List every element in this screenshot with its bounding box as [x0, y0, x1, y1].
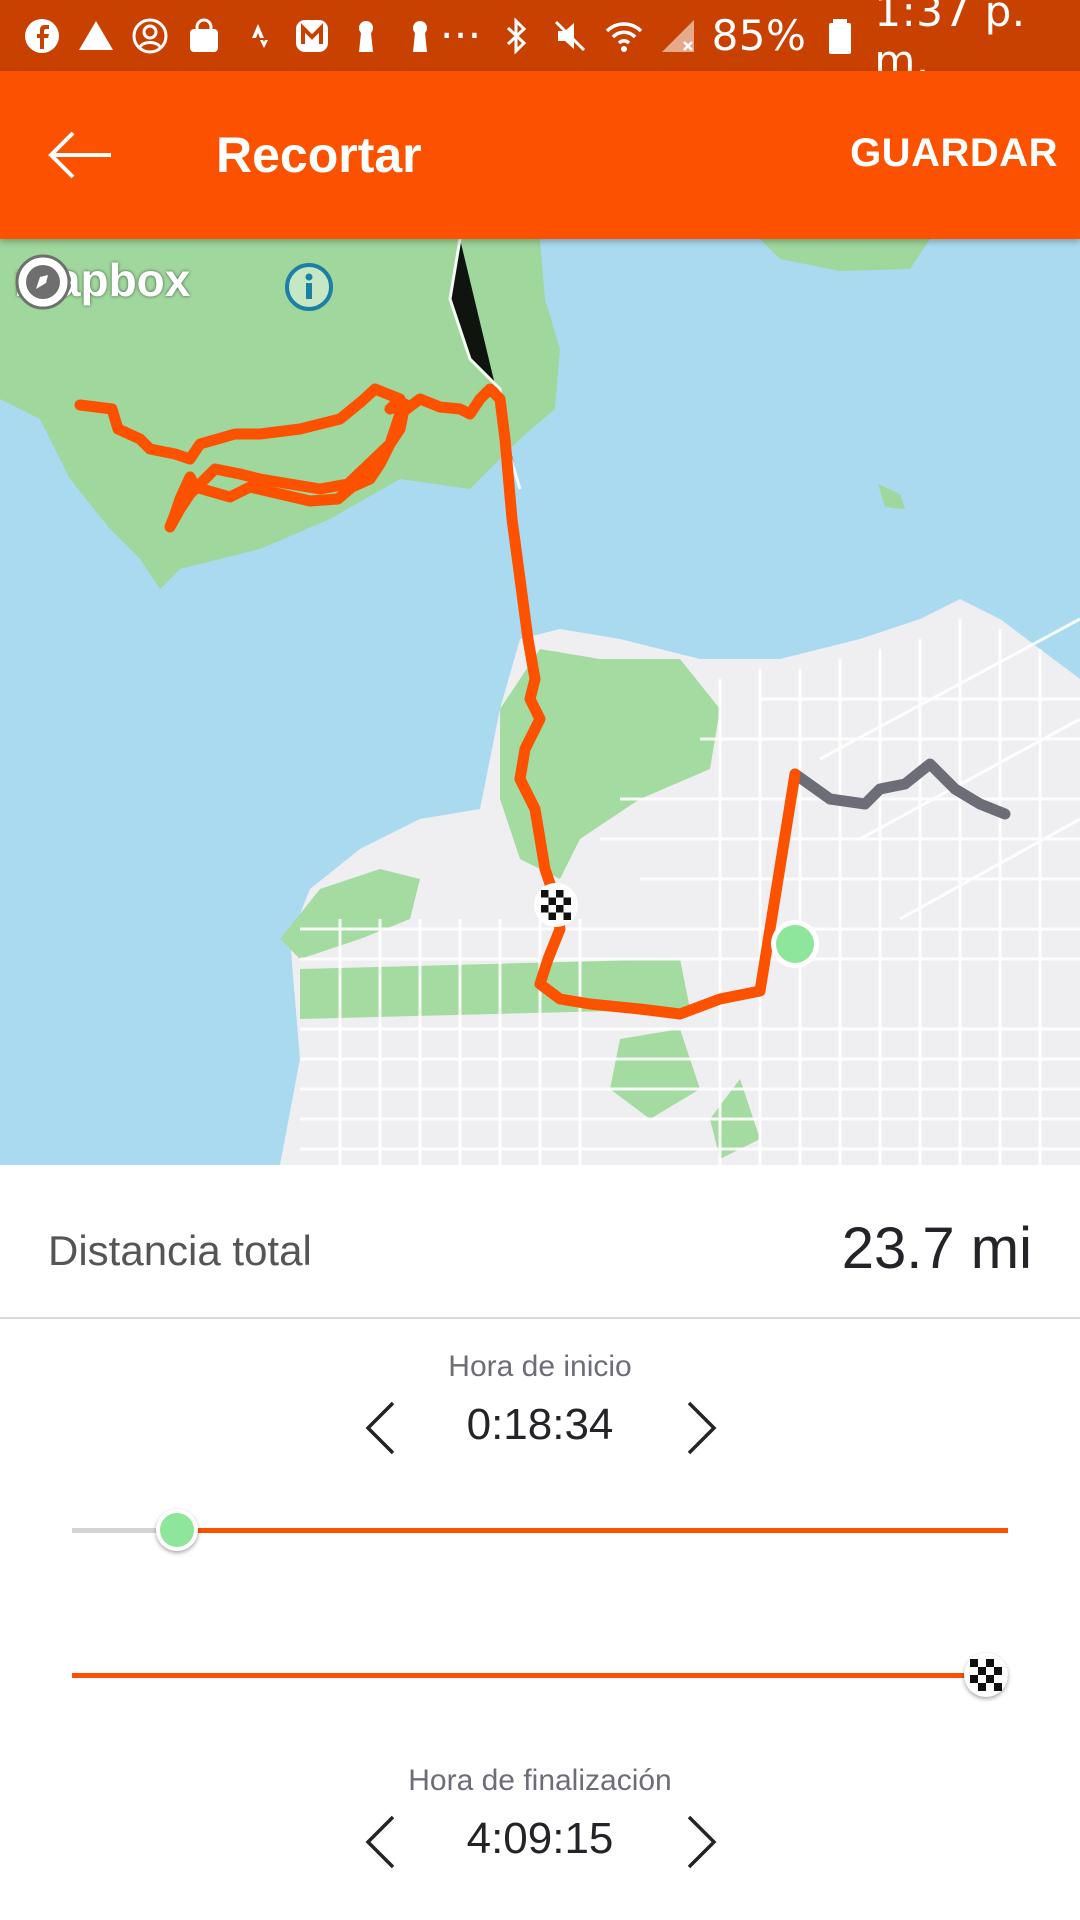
- info-icon: [285, 263, 333, 311]
- end-slider-thumb[interactable]: [964, 1653, 1008, 1697]
- start-marker: [771, 920, 819, 968]
- battery-percent: 85%: [711, 11, 807, 60]
- notification-icons: [22, 16, 440, 56]
- user-circle-icon: [130, 16, 170, 56]
- distance-label: Distancia total: [48, 1227, 312, 1274]
- shopping-bag-icon: [184, 16, 224, 56]
- save-button[interactable]: GUARDAR: [850, 131, 1058, 176]
- slider-track-active: [177, 1528, 1008, 1533]
- app-bar: Recortar GUARDAR: [0, 71, 1080, 239]
- start-slider-thumb[interactable]: [156, 1509, 198, 1551]
- distance-value: 23.7 mi: [841, 1216, 1032, 1281]
- mute-icon: [550, 16, 590, 56]
- mapbox-logo: mapbox: [14, 253, 190, 310]
- back-button[interactable]: [40, 115, 120, 195]
- page-title: Recortar: [216, 127, 422, 183]
- facebook-icon: [22, 16, 62, 56]
- end-time-picker: 4:09:15: [0, 1802, 1080, 1882]
- checkered-flag-icon: [970, 1659, 1002, 1691]
- keyhole-icon: [346, 16, 386, 56]
- finish-marker: [534, 883, 578, 927]
- chevron-right-icon: [687, 1815, 717, 1869]
- drive-icon: [76, 16, 116, 56]
- end-time-slider[interactable]: [72, 1645, 1008, 1705]
- start-time-picker: 0:18:34: [0, 1388, 1080, 1468]
- m-app-icon: [292, 16, 332, 56]
- wifi-icon: [604, 16, 644, 56]
- end-time-increment-button[interactable]: [672, 1810, 732, 1874]
- signal-icon: [658, 16, 698, 56]
- bluetooth-icon: [496, 16, 536, 56]
- chevron-right-icon: [687, 1401, 717, 1455]
- slider-track-active: [72, 1673, 1008, 1678]
- start-time-increment-button[interactable]: [672, 1396, 732, 1460]
- end-time-caption: Hora de finalización: [408, 1764, 672, 1797]
- arrow-left-icon: [48, 131, 111, 179]
- keyhole-icon: [400, 16, 440, 56]
- distance-summary: Distancia total 23.7 mi: [0, 1165, 1080, 1319]
- status-bar: ··· 85% 1:37 p. m.: [0, 0, 1080, 85]
- mapbox-icon: [15, 254, 71, 310]
- battery-icon: [820, 16, 860, 56]
- end-time-value: 4:09:15: [466, 1814, 614, 1863]
- map-canvas: [0, 239, 1080, 1165]
- start-time-caption: Hora de inicio: [448, 1350, 632, 1383]
- strava-icon: [238, 16, 278, 56]
- route-map[interactable]: mapbox: [0, 239, 1080, 1165]
- more-dots-icon: ···: [440, 11, 482, 60]
- start-time-value: 0:18:34: [466, 1400, 614, 1449]
- start-time-slider[interactable]: [72, 1500, 1008, 1560]
